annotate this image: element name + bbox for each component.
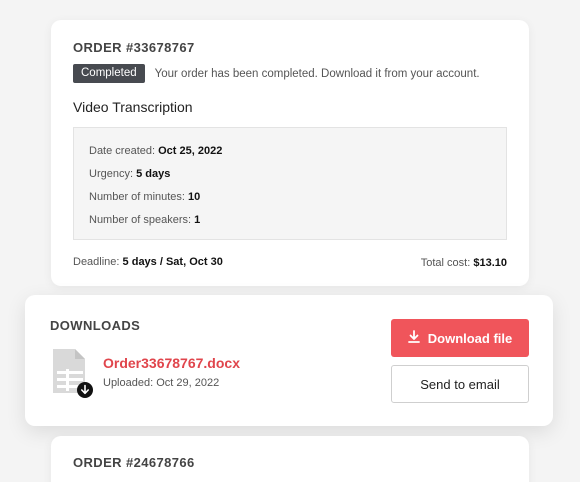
detail-speakers: Number of speakers: 1 (89, 209, 491, 232)
document-icon (51, 349, 95, 399)
detail-value: 10 (188, 191, 201, 203)
downloads-card: DOWNLOADS Order33678767.docx Uploaded: O… (25, 295, 553, 426)
deadline-value: 5 days / Sat, Oct 30 (122, 256, 223, 268)
detail-label: Date created: (89, 145, 156, 157)
deadline: Deadline: 5 days / Sat, Oct 30 (73, 256, 223, 268)
download-file-button[interactable]: Download file (391, 319, 529, 357)
file-link[interactable]: Order33678767.docx (103, 355, 240, 371)
total-label: Total cost: (420, 257, 471, 269)
downloads-title: DOWNLOADS (50, 318, 141, 333)
order-card-next: ORDER #24678766 (51, 436, 529, 482)
status-badge: Completed (73, 64, 145, 83)
status-row: Completed Your order has been completed.… (73, 64, 480, 83)
detail-label: Number of speakers: (89, 214, 192, 226)
detail-value: 1 (194, 214, 201, 226)
download-arrow-icon (407, 330, 420, 346)
detail-minutes: Number of minutes: 10 (89, 186, 491, 209)
detail-value: Oct 25, 2022 (158, 145, 223, 157)
detail-value: 5 days (136, 168, 171, 180)
order-id: ORDER #33678767 (73, 40, 195, 55)
send-to-email-label: Send to email (420, 376, 500, 392)
uploaded-date: Uploaded: Oct 29, 2022 (103, 377, 220, 389)
detail-urgency: Urgency: 5 days (89, 163, 491, 186)
order-id: ORDER #24678766 (73, 455, 195, 470)
order-details-box: Date created: Oct 25, 2022 Urgency: 5 da… (73, 127, 507, 240)
total-cost: Total cost: $13.10 (421, 257, 507, 269)
order-card: ORDER #33678767 Completed Your order has… (51, 20, 529, 286)
detail-label: Number of minutes: (89, 191, 185, 203)
send-to-email-button[interactable]: Send to email (391, 365, 529, 403)
download-file-label: Download file (427, 330, 513, 346)
detail-date-created: Date created: Oct 25, 2022 (89, 140, 491, 163)
deadline-label: Deadline: (73, 256, 120, 268)
total-value: $13.10 (473, 257, 507, 269)
status-message: Your order has been completed. Download … (154, 67, 480, 80)
detail-label: Urgency: (89, 168, 134, 180)
service-title: Video Transcription (73, 99, 193, 115)
